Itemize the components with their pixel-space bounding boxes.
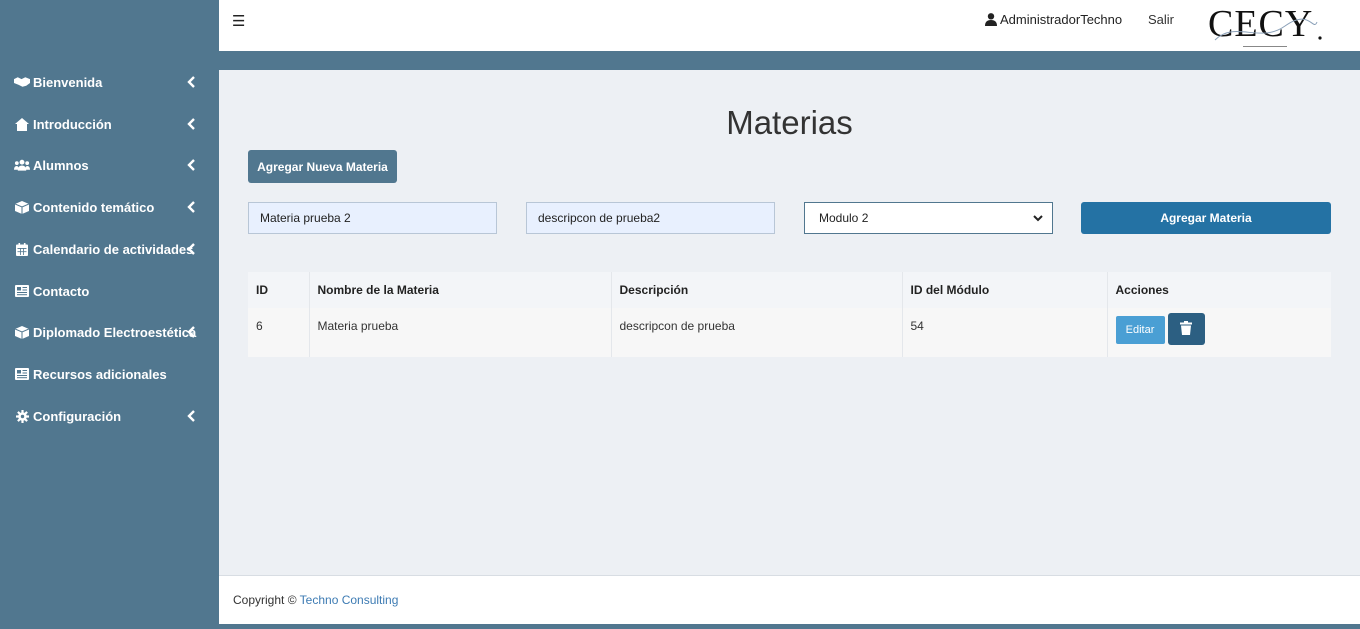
subject-description-input[interactable] xyxy=(526,202,775,234)
column-header-actions: Acciones xyxy=(1107,272,1331,308)
cell-description: descripcon de prueba xyxy=(611,308,903,357)
calendar-icon xyxy=(14,242,30,256)
company-link[interactable]: Techno Consulting xyxy=(300,593,399,607)
trash-icon xyxy=(1180,320,1192,335)
delete-button[interactable] xyxy=(1167,313,1205,345)
topbar: ☰ AdministradorTechno Salir CECY xyxy=(219,0,1360,51)
module-select[interactable]: Modulo 2 xyxy=(804,202,1053,234)
sidebar-item-configuracion[interactable]: Configuración xyxy=(0,401,219,431)
sidebar-item-label: Contenido temático xyxy=(33,199,155,215)
sidebar-item-label: Recursos adicionales xyxy=(33,366,167,382)
handshake-icon xyxy=(14,75,30,89)
cell-actions: Editar xyxy=(1107,308,1331,357)
copyright-text: Copyright © xyxy=(233,593,297,607)
sidebar-item-label: Diplomado Electroestética xyxy=(33,324,197,340)
cecy-logo: CECY xyxy=(1208,3,1322,47)
box-icon xyxy=(14,325,30,339)
user-icon xyxy=(985,13,997,26)
box-icon xyxy=(14,200,30,214)
hamburger-menu-icon[interactable]: ☰ xyxy=(232,12,245,30)
username: AdministradorTechno xyxy=(1000,12,1123,27)
column-header-description: Descripción xyxy=(611,272,903,308)
chevron-down-icon xyxy=(1033,215,1043,222)
sidebar-item-label: Bienvenida xyxy=(33,74,103,90)
user-menu[interactable]: AdministradorTechno xyxy=(985,12,1122,27)
sidebar-item-diplomado[interactable]: Diplomado Electroestética xyxy=(0,317,219,347)
newspaper-icon xyxy=(14,367,30,381)
chevron-left-icon xyxy=(187,326,195,338)
cell-id: 6 xyxy=(248,308,310,357)
column-header-name: Nombre de la Materia xyxy=(309,272,612,308)
sidebar-item-calendario[interactable]: Calendario de actividades xyxy=(0,234,219,264)
chevron-left-icon xyxy=(187,118,195,130)
gear-icon xyxy=(14,409,30,423)
sidebar-item-label: Contacto xyxy=(33,283,90,299)
chevron-left-icon xyxy=(187,76,195,88)
module-select-value: Modulo 2 xyxy=(819,211,869,225)
sidebar-item-introduccion[interactable]: Introducción xyxy=(0,109,219,139)
footer: Copyright © Techno Consulting xyxy=(219,575,1360,624)
sidebar-item-alumnos[interactable]: Alumnos xyxy=(0,150,219,180)
subject-name-input[interactable] xyxy=(248,202,497,234)
cell-name: Materia prueba xyxy=(309,308,612,357)
sidebar-item-label: Introducción xyxy=(33,116,112,132)
chevron-left-icon xyxy=(187,243,195,255)
sidebar-item-label: Alumnos xyxy=(33,157,89,173)
column-header-module-id: ID del Módulo xyxy=(902,272,1108,308)
header-strip xyxy=(219,51,1360,70)
chevron-left-icon xyxy=(187,159,195,171)
sidebar-item-label: Configuración xyxy=(33,408,122,424)
chevron-left-icon xyxy=(187,410,195,422)
page-title: Materias xyxy=(726,104,853,141)
add-new-subject-button[interactable]: Agregar Nueva Materia xyxy=(248,150,397,183)
sidebar-item-recursos[interactable]: Recursos adicionales xyxy=(0,359,219,389)
sidebar-item-contacto[interactable]: Contacto xyxy=(0,276,219,306)
sidebar-item-bienvenida[interactable]: Bienvenida xyxy=(0,67,219,97)
subjects-table: ID Nombre de la Materia Descripción ID d… xyxy=(248,272,1331,357)
logout-link[interactable]: Salir xyxy=(1148,12,1174,27)
add-subject-button[interactable]: Agregar Materia xyxy=(1081,202,1331,234)
table-row: 6 Materia prueba descripcon de prueba 54… xyxy=(248,308,1331,357)
sidebar-item-contenido-tematico[interactable]: Contenido temático xyxy=(0,192,219,222)
edit-button[interactable]: Editar xyxy=(1115,316,1165,344)
newspaper-icon xyxy=(14,284,30,298)
svg-text:CECY: CECY xyxy=(1208,3,1313,45)
chevron-left-icon xyxy=(187,201,195,213)
users-icon xyxy=(14,158,30,172)
column-header-id: ID xyxy=(248,272,310,308)
cell-module-id: 54 xyxy=(902,308,1108,357)
table-header-row: ID Nombre de la Materia Descripción ID d… xyxy=(248,272,1331,308)
main-content: Materias Agregar Nueva Materia Modulo 2 … xyxy=(219,70,1360,575)
sidebar: Bienvenida Introducción Alumnos Contenid… xyxy=(0,0,219,629)
sidebar-item-label: Calendario de actividades xyxy=(33,241,194,257)
home-icon xyxy=(14,117,30,131)
